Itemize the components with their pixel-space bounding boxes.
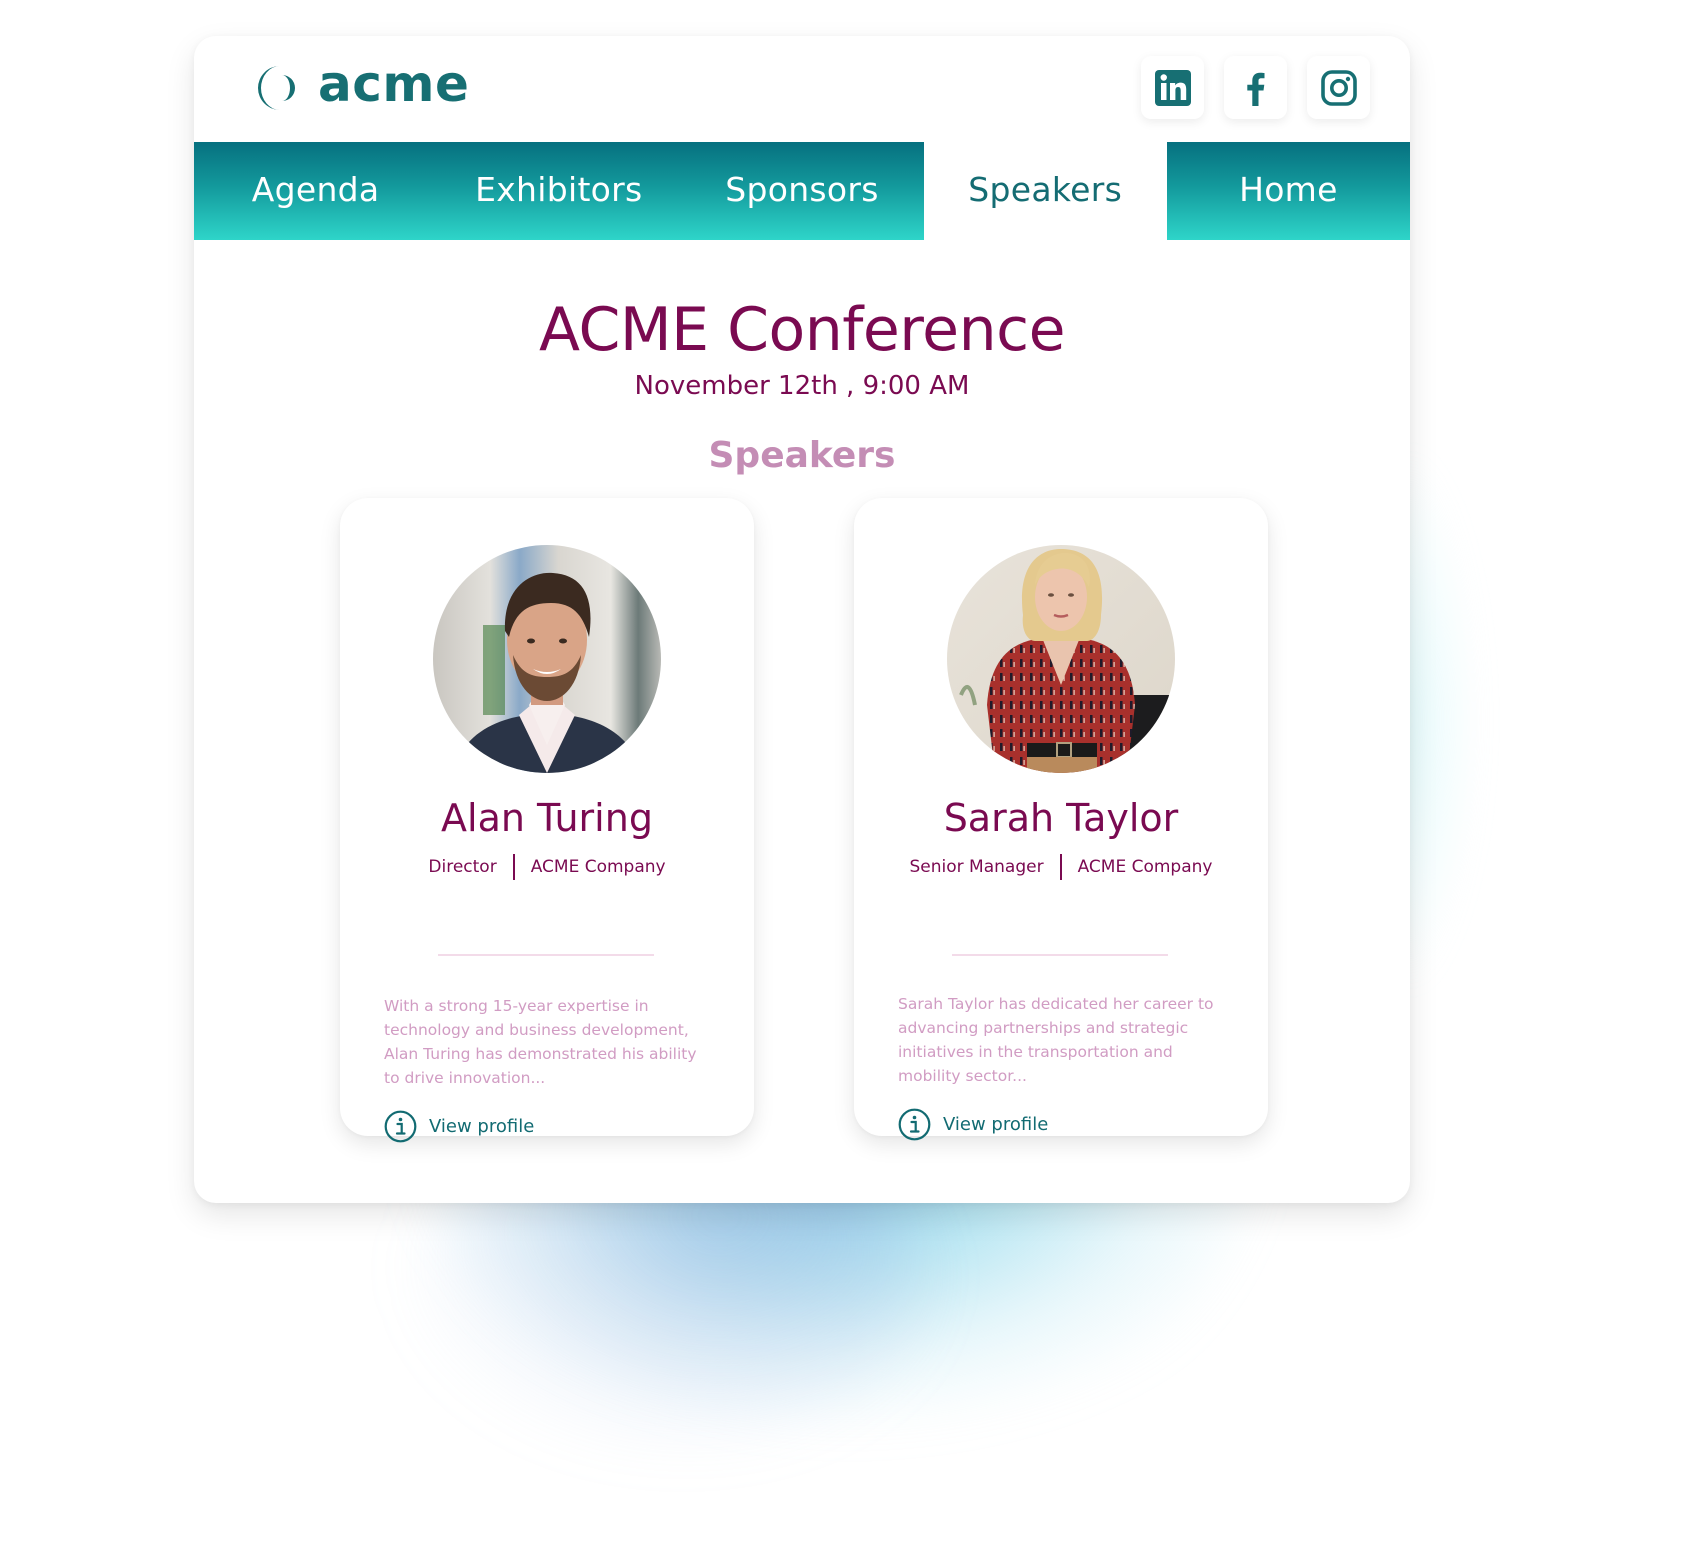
speaker-role-line: Senior Manager ACME Company [854, 853, 1268, 881]
view-profile-label: View profile [429, 1116, 535, 1137]
site-header: acme [194, 36, 1410, 142]
woman-portrait-photo [947, 545, 1175, 773]
divider [952, 954, 1168, 956]
speaker-bio: With a strong 15-year expertise in techn… [384, 997, 697, 1087]
divider [438, 954, 654, 956]
linkedin-icon [1154, 69, 1191, 106]
speaker-card: Sarah Taylor Senior Manager ACME Company… [854, 498, 1268, 1141]
speaker-name: Sarah Taylor [943, 796, 1179, 840]
instagram-button[interactable] [1307, 56, 1370, 119]
info-icon [384, 1110, 417, 1143]
event-title: ACME Conference [539, 295, 1066, 365]
speaker-title: Director [428, 857, 497, 877]
nav-tab-label: Speakers [968, 169, 1123, 209]
nav-tab-sponsors[interactable]: Sponsors [680, 142, 924, 240]
logo[interactable]: acme [256, 55, 470, 114]
logo-text: acme [318, 55, 470, 113]
view-profile-label: View profile [943, 1114, 1049, 1135]
speaker-bio: Sarah Taylor has dedicated her career to… [898, 995, 1214, 1085]
separator [1059, 854, 1062, 880]
nav-tab-label: Home [1239, 169, 1338, 209]
nav-tab-speakers[interactable]: Speakers [923, 142, 1167, 240]
section-title: Speakers [708, 435, 896, 476]
nav-tab-agenda[interactable]: Agenda [194, 142, 438, 240]
speaker-card: Alan Turing Director ACME Company With a… [340, 498, 754, 1143]
facebook-button[interactable] [1224, 56, 1287, 119]
linkedin-button[interactable] [1141, 56, 1204, 119]
view-profile-link[interactable]: View profile [898, 1108, 1048, 1141]
speaker-company: ACME Company [1077, 857, 1213, 877]
speaker-title: Senior Manager [909, 857, 1044, 877]
instagram-icon [1320, 69, 1357, 106]
main-nav: Agenda Exhibitors Sponsors Speakers Home [194, 142, 1410, 240]
website-card: acme Agenda Exhibitors Sponsors Speakers… [194, 36, 1410, 1203]
man-portrait-photo [433, 545, 661, 773]
social-links [1141, 56, 1370, 119]
nav-tab-home[interactable]: Home [1166, 142, 1410, 240]
nav-tab-exhibitors[interactable]: Exhibitors [437, 142, 681, 240]
view-profile-link[interactable]: View profile [384, 1110, 534, 1143]
speaker-name: Alan Turing [441, 796, 653, 840]
info-icon [898, 1108, 931, 1141]
facebook-icon [1246, 72, 1264, 106]
nav-tab-label: Sponsors [725, 169, 879, 209]
separator [512, 854, 515, 880]
speaker-company: ACME Company [530, 857, 666, 877]
nav-tab-label: Exhibitors [475, 169, 643, 209]
speaker-avatar [433, 545, 661, 773]
speaker-role-line: Director ACME Company [340, 853, 754, 881]
event-datetime: November 12th , 9:00 AM [634, 371, 970, 401]
speaker-avatar [947, 545, 1175, 773]
logo-mark-icon [258, 66, 295, 110]
nav-tab-label: Agenda [251, 169, 380, 209]
